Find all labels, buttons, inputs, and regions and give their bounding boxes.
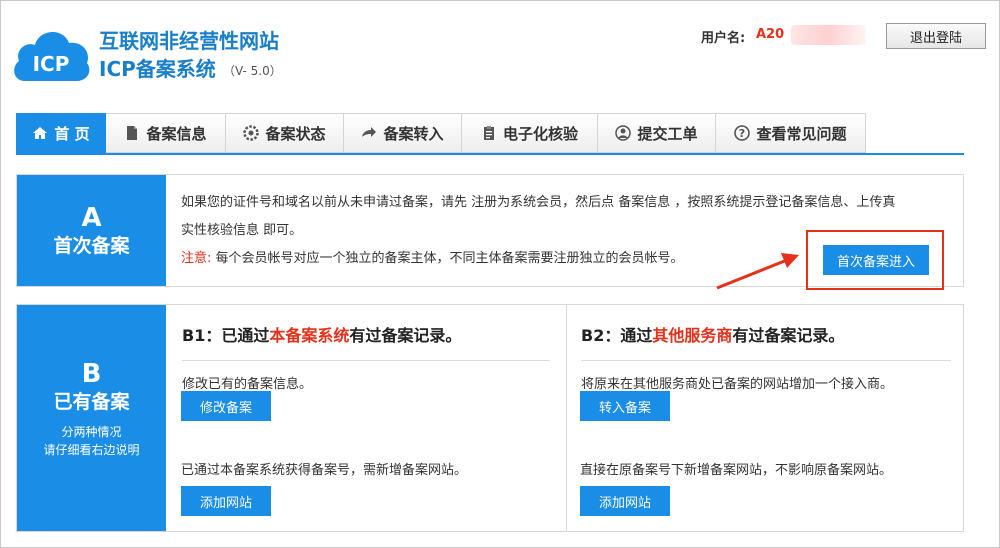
first-filing-enter-button[interactable]: 首次备案进入 (823, 245, 929, 275)
b2-title: B2：通过其他服务商有过备案记录。 (581, 322, 951, 346)
section-b-note2: 请仔细看右边说明 (43, 443, 140, 457)
section-b-sidebar: B 已有备案 分两种情况 请仔细看右边说明 (17, 305, 166, 531)
tab-label: 首 页 (54, 124, 90, 143)
section-b-note1: 分两种情况 (61, 425, 122, 439)
tab-electronic-verification[interactable]: 电子化核验 (462, 113, 598, 153)
version-label: （V- 5.0） (223, 64, 282, 78)
tab-record-info[interactable]: 备案信息 (106, 113, 226, 153)
tab-record-transfer[interactable]: 备案转入 (344, 113, 462, 153)
section-existing-filing: B 已有备案 分两种情况 请仔细看右边说明 B1：已通过本备案系统有过备案记录。… (16, 304, 964, 532)
tab-label: 提交工单 (637, 124, 698, 143)
note-text: 每个会员帐号对应一个独立的备案主体，不同主体备案需要注册独立的会员帐号。 (211, 251, 684, 266)
tab-label: 备案信息 (146, 124, 207, 143)
b1-desc2: 已通过本备案系统获得备案号，需新增备案网站。 (181, 463, 468, 478)
section-a-sidebar: A 首次备案 (17, 175, 166, 286)
red-arrow-annotation (716, 253, 799, 290)
b1-rule (182, 360, 550, 361)
modify-filing-button[interactable]: 修改备案 (181, 391, 271, 421)
section-b-title: 已有备案 (53, 391, 130, 413)
tab-submit-ticket[interactable]: 提交工单 (598, 113, 716, 153)
tab-record-status[interactable]: 备案状态 (226, 113, 344, 153)
tab-home[interactable]: 首 页 (16, 113, 106, 153)
document-icon (127, 126, 138, 140)
section-b-letter: B (81, 359, 102, 389)
b2-add-website-button[interactable]: 添加网站 (580, 486, 670, 516)
b1-title-suffix: 有过备案记录。 (349, 326, 462, 345)
tab-label: 备案转入 (383, 124, 444, 143)
username-value: A20 (756, 27, 785, 42)
b1-title-prefix: B1：已通过 (182, 326, 270, 345)
b2-desc1: 将原来在其他服务商处已备案的网站增加一个接入商。 (581, 377, 894, 392)
svg-text:?: ? (739, 127, 745, 140)
b2-title-highlight: 其他服务商 (652, 326, 733, 345)
section-b-divider (566, 305, 567, 531)
home-icon (33, 127, 48, 139)
username-redaction (791, 25, 866, 45)
b2-title-suffix: 有过备案记录。 (732, 326, 845, 345)
tab-label: 电子化核验 (502, 124, 578, 143)
b1-title: B1：已通过本备案系统有过备案记录。 (182, 322, 550, 346)
b1-title-highlight: 本备案系统 (269, 326, 350, 345)
icp-logo: ICP (11, 21, 91, 87)
transfer-filing-button[interactable]: 转入备案 (580, 391, 670, 421)
b1-desc1: 修改已有的备案信息。 (182, 377, 313, 392)
main-nav-tabs: 首 页 备案信息 备案状态 备案转入 电子化核验 提交工单 ? 查看常见问题 (16, 113, 866, 153)
user-icon (615, 125, 632, 141)
section-a-letter: A (81, 203, 102, 233)
b1-add-website-button[interactable]: 添加网站 (181, 486, 271, 516)
system-title: ICP备案系统 (99, 57, 216, 81)
b2-rule (581, 360, 951, 361)
note-label: 注意: (181, 251, 212, 266)
clipboard-icon (483, 126, 494, 140)
b2-title-prefix: B2：通过 (581, 326, 653, 345)
tab-label: 备案状态 (265, 124, 326, 143)
tab-faq[interactable]: ? 查看常见问题 (716, 113, 866, 153)
tab-label: 查看常见问题 (756, 124, 847, 143)
arrow-right-icon (362, 127, 377, 137)
section-a-line1: 如果您的证件号和域名以前从未申请过备案，请先 注册为系统会员，然后点 备案信息 … (181, 195, 896, 210)
gear-icon (243, 125, 260, 141)
logo-text: ICP (33, 52, 70, 76)
question-icon: ? (734, 125, 751, 141)
b2-desc2: 直接在原备案号下新增备案网站，不影响原备案网站。 (580, 463, 893, 478)
tab-underline (16, 153, 964, 155)
section-a-title: 首次备案 (53, 235, 130, 257)
logout-button[interactable]: 退出登陆 (886, 23, 986, 49)
username-label: 用户名: (701, 31, 746, 46)
site-title: 互联网非经营性网站 (99, 29, 279, 53)
